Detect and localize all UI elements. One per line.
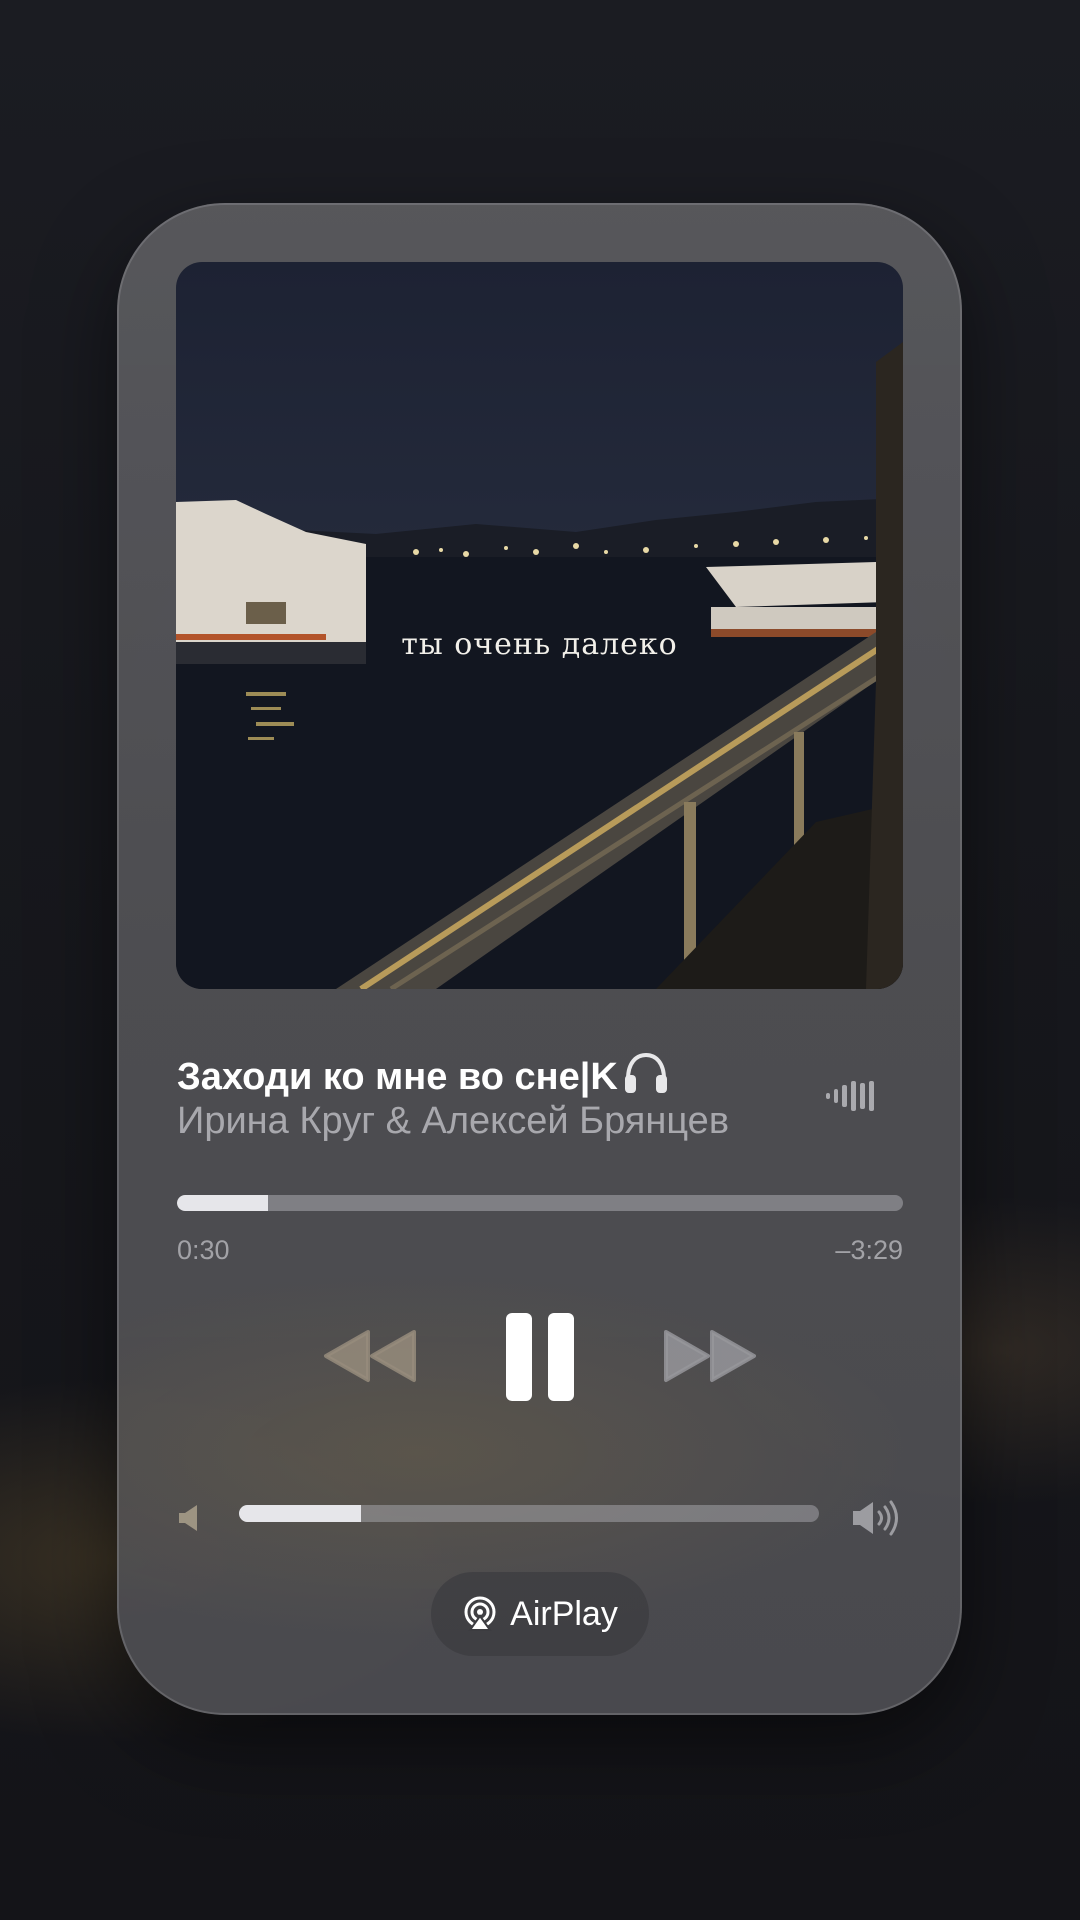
equalizer-icon xyxy=(826,1081,874,1111)
airplay-icon xyxy=(464,1596,496,1631)
speaker-low-icon xyxy=(179,1505,197,1531)
track-artist[interactable]: Ирина Круг & Алексей Брянцев xyxy=(177,1100,729,1143)
pause-icon[interactable] xyxy=(506,1313,574,1401)
artwork-caption: ты очень далеко xyxy=(401,627,678,662)
playback-progress-fill xyxy=(177,1195,268,1211)
fast-forward-icon[interactable] xyxy=(662,1328,758,1384)
headphones-icon xyxy=(624,1052,667,1093)
volume-slider[interactable] xyxy=(239,1505,819,1522)
track-title-text: Заходи ко мне во сне|K xyxy=(177,1056,618,1098)
elapsed-time: 0:30 xyxy=(177,1235,230,1265)
artwork-scene xyxy=(176,342,903,989)
airplay-button[interactable]: AirPlay xyxy=(431,1572,649,1656)
speaker-high-icon xyxy=(853,1500,898,1536)
airplay-label: AirPlay xyxy=(510,1594,618,1633)
now-playing-card: ты очень далеко Заходи ко мне во сне|K И… xyxy=(117,203,962,1715)
playback-progress-bar[interactable] xyxy=(177,1195,903,1211)
album-artwork[interactable]: ты очень далеко xyxy=(176,262,903,989)
remaining-time: –3:29 xyxy=(835,1235,903,1265)
volume-slider-fill xyxy=(239,1505,361,1522)
rewind-icon[interactable] xyxy=(322,1328,418,1384)
track-title[interactable]: Заходи ко мне во сне|K xyxy=(177,1051,670,1099)
